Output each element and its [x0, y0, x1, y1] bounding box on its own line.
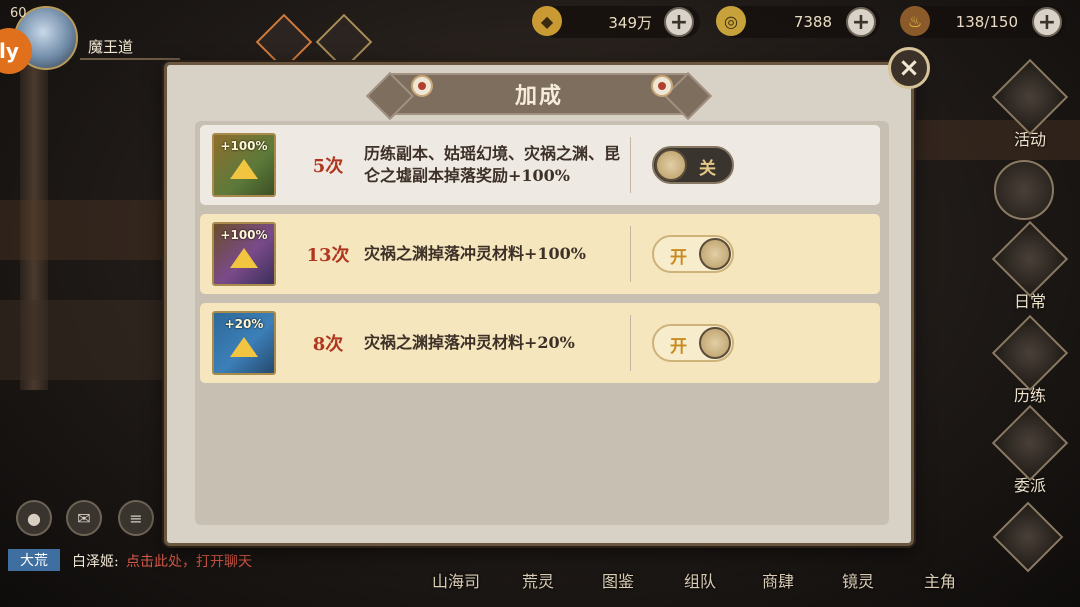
nav-training[interactable]: 历练 [991, 314, 1069, 406]
player-name: 魔王道 [88, 38, 134, 56]
title-ornament-icon [651, 75, 673, 97]
bonus-icon-label: +100% [220, 139, 268, 153]
nav-mirror-spirit[interactable]: 镜灵 [842, 568, 874, 592]
bonus-row: +20% 8次 灾祸之渊掉落冲灵材料+20% 开 [200, 303, 880, 383]
add-stamina-button[interactable]: + [1032, 7, 1062, 37]
close-button[interactable]: × [888, 47, 930, 89]
bonus-count: 5次 [312, 156, 344, 177]
toggle-knob [699, 238, 731, 270]
nav-daily[interactable]: 日常 [991, 220, 1069, 312]
nav-shop[interactable]: 商肆 [762, 568, 794, 592]
material-bonus-100-icon: +100% [212, 222, 276, 286]
mail-button[interactable]: ✉ [66, 500, 102, 536]
dialog-title: 加成 [514, 83, 563, 109]
row-divider [630, 315, 631, 371]
stamina-gourd-icon: ♨ [900, 6, 930, 36]
nav-huangling[interactable]: 荒灵 [522, 568, 554, 592]
bonus-toggle[interactable]: 开 [652, 235, 734, 273]
bonus-row: +100% 5次 历练副本、姑瑶幻境、灾祸之渊、昆仑之墟副本掉落奖励+100% … [200, 125, 880, 205]
row-divider [630, 226, 631, 282]
chat-channel-tag[interactable]: 大荒 [8, 549, 60, 571]
toggle-label: 开 [670, 248, 687, 268]
toggle-label: 开 [670, 337, 687, 357]
drop-bonus-100-icon: +100% [212, 133, 276, 197]
player-level: 60 [10, 6, 27, 21]
resource-stamina-value: 138/150 [955, 13, 1018, 31]
add-gold-button[interactable]: + [846, 7, 876, 37]
bonus-toggle[interactable]: 开 [652, 324, 734, 362]
name-underline [80, 58, 180, 60]
background-building [0, 300, 165, 380]
bonus-description: 灾祸之渊掉落冲灵材料+100% [364, 244, 587, 263]
dialog-title-plate: 加成 [389, 73, 689, 115]
title-ornament-icon [411, 75, 433, 97]
chat-open-hint[interactable]: 点击此处，打开聊天 [126, 551, 252, 571]
menu-icon [992, 501, 1064, 573]
toggle-knob [699, 327, 731, 359]
notes-button[interactable]: ≡ [118, 500, 154, 536]
dispatch-icon [991, 404, 1069, 482]
gold-ring-icon: ◎ [716, 6, 746, 36]
user-icon: ● [27, 508, 41, 528]
toggle-knob [655, 149, 687, 181]
document-icon: ≡ [129, 508, 143, 528]
background-roof [0, 200, 170, 260]
bonus-description: 灾祸之渊掉落冲灵材料+20% [364, 333, 575, 352]
bonus-count: 8次 [312, 334, 344, 355]
row-divider [630, 137, 631, 193]
bonus-icon-label: +100% [220, 228, 268, 242]
nav-shanhaisi[interactable]: 山海司 [432, 568, 480, 592]
nav-activity[interactable]: 活动 [991, 58, 1069, 150]
resource-gold-value: 7388 [793, 13, 832, 31]
material-bonus-20-icon: +20% [212, 311, 276, 375]
training-icon [991, 314, 1069, 392]
nav-team[interactable]: 组队 [684, 568, 716, 592]
portrait-icon [994, 160, 1054, 220]
toggle-label: 关 [699, 159, 716, 179]
nav-codex[interactable]: 图鉴 [602, 568, 634, 592]
up-arrow-icon [230, 248, 258, 268]
bonus-icon-label: +20% [224, 317, 264, 331]
daily-icon [991, 220, 1069, 298]
nav-menu[interactable] [992, 501, 1064, 573]
up-arrow-icon [230, 159, 258, 179]
coin-icon: ◆ [532, 6, 562, 36]
resource-coin-value: 349万 [608, 13, 652, 32]
bonus-count: 13次 [306, 245, 350, 266]
nav-dispatch[interactable]: 委派 [991, 404, 1069, 496]
up-arrow-icon [230, 337, 258, 357]
nav-character-portrait[interactable] [992, 160, 1056, 220]
chat-speaker[interactable]: 白泽姬: [72, 551, 119, 571]
bonus-row: +100% 13次 灾祸之渊掉落冲灵材料+100% 开 [200, 214, 880, 294]
nav-protagonist[interactable]: 主角 [924, 568, 956, 592]
friends-button[interactable]: ● [16, 500, 52, 536]
bonus-description: 历练副本、姑瑶幻境、灾祸之渊、昆仑之墟副本掉落奖励+100% [364, 144, 621, 185]
mail-icon: ✉ [77, 508, 91, 528]
bonus-toggle[interactable]: 关 [652, 146, 734, 184]
activity-icon [991, 58, 1069, 136]
add-coin-button[interactable]: + [664, 7, 694, 37]
